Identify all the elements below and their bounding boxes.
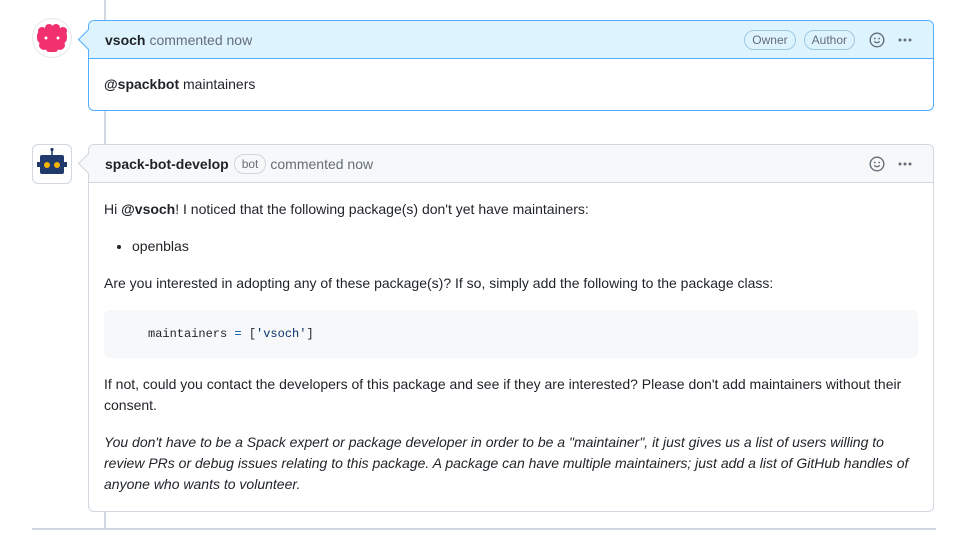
- reaction-smiley-icon[interactable]: [865, 28, 889, 52]
- reaction-smiley-icon[interactable]: [865, 152, 889, 176]
- timeline-connector: [104, 0, 106, 20]
- comment-author[interactable]: vsoch: [105, 32, 145, 48]
- owner-badge: Owner: [744, 29, 796, 50]
- timeline-connector: [104, 512, 106, 528]
- mention-link[interactable]: @vsoch: [121, 201, 175, 217]
- timeline-connector: [104, 111, 106, 145]
- kebab-menu-icon[interactable]: [893, 152, 917, 176]
- comment-author[interactable]: spack-bot-develop: [105, 156, 229, 172]
- avatar-vsoch[interactable]: [32, 18, 72, 58]
- code-bracket-close: ]: [306, 327, 314, 341]
- mention-link[interactable]: @spackbot: [104, 76, 179, 92]
- comment-spack-bot-develop: spack-bot-develop bot commented now Hi @…: [88, 144, 934, 512]
- code-string: 'vsoch': [256, 327, 307, 341]
- avatar-image: [32, 18, 72, 58]
- followup-paragraph: If not, could you contact the developers…: [104, 376, 902, 413]
- code-block[interactable]: maintainers = ['vsoch']: [104, 310, 918, 358]
- comment-timestamp[interactable]: commented now: [149, 32, 252, 48]
- greeting-suffix: ! I noticed that the following package(s…: [175, 201, 589, 217]
- package-list: openblas: [104, 236, 918, 257]
- note-paragraph: You don't have to be a Spack expert or p…: [104, 434, 909, 492]
- code-operator: =: [227, 327, 249, 341]
- author-badge: Author: [803, 29, 855, 50]
- question-paragraph: Are you interested in adopting any of th…: [104, 275, 774, 291]
- code-bracket-open: [: [248, 327, 257, 341]
- comment-text: @spackbot maintainers: [104, 74, 918, 95]
- bot-badge: bot: [233, 153, 267, 174]
- code-identifier: maintainers: [148, 327, 228, 341]
- list-item: openblas: [132, 236, 918, 257]
- bot-avatar-image: [32, 144, 72, 184]
- comment-header: spack-bot-develop bot commented now: [89, 145, 933, 183]
- avatar-spack-bot-develop[interactable]: [32, 144, 72, 184]
- comment-header: vsoch commented now Owner Author: [89, 21, 933, 59]
- comment-timestamp[interactable]: commented now: [270, 156, 373, 172]
- comment-vsoch: vsoch commented now Owner Author @spackb…: [88, 20, 934, 111]
- comment-body: Hi @vsoch! I noticed that the following …: [89, 183, 933, 511]
- greeting-paragraph: Hi @vsoch! I noticed that the following …: [104, 199, 918, 220]
- kebab-menu-icon[interactable]: [893, 28, 917, 52]
- comment-text-content: maintainers: [179, 76, 256, 92]
- timeline-divider: [32, 528, 936, 530]
- greeting-prefix: Hi: [104, 201, 122, 217]
- comment-body: @spackbot maintainers: [89, 59, 933, 111]
